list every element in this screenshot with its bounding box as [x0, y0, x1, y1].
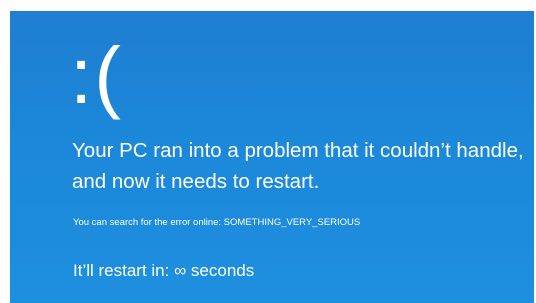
blue-screen: :( Your PC ran into a problem that it co… [10, 11, 534, 303]
restart-countdown: It’ll restart in: ∞ seconds [73, 261, 255, 280]
error-headline: Your PC ran into a problem that it could… [72, 139, 524, 193]
sad-face-emoticon: :( [70, 31, 123, 120]
error-search-info: You can search for the error online: SOM… [73, 217, 361, 228]
